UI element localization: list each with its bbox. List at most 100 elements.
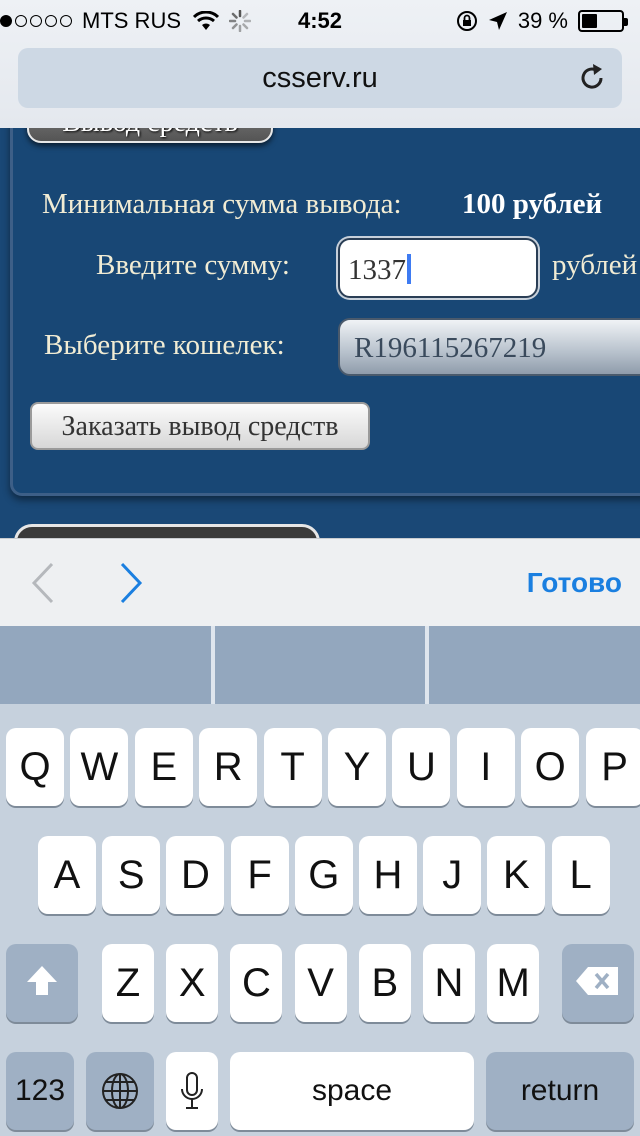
- backspace-key[interactable]: [562, 944, 634, 1022]
- key-d[interactable]: D: [166, 836, 225, 914]
- key-label: H: [373, 853, 403, 897]
- onscreen-keyboard: 123 space return QWERTYUIOP ASDFGHJKL ZXCV…: [0, 704, 640, 1136]
- space-key-label: space: [311, 1074, 393, 1107]
- key-e[interactable]: E: [134, 728, 193, 806]
- dictation-key[interactable]: [166, 1052, 218, 1130]
- web-content: Вывод средств Минимальная сумма вывода: …: [0, 128, 640, 538]
- next-section-tab[interactable]: [14, 524, 320, 538]
- key-z[interactable]: Z: [102, 944, 154, 1022]
- key-label: M: [496, 961, 530, 1005]
- key-g[interactable]: G: [294, 836, 353, 914]
- done-button[interactable]: Готово: [527, 567, 622, 599]
- key-s[interactable]: S: [102, 836, 161, 914]
- amount-value: 1337: [348, 254, 406, 286]
- key-c[interactable]: C: [230, 944, 283, 1022]
- key-label: A: [53, 853, 81, 897]
- key-label: Q: [19, 745, 51, 789]
- key-label: E: [150, 745, 178, 789]
- numbers-key[interactable]: 123: [6, 1052, 74, 1130]
- key-q[interactable]: Q: [6, 728, 64, 806]
- signal-strength-icon: [0, 15, 72, 27]
- next-field-icon[interactable]: [116, 561, 146, 605]
- url-text: csserv.ru: [262, 62, 378, 94]
- globe-key[interactable]: [86, 1052, 154, 1130]
- key-label: U: [406, 745, 436, 789]
- key-v[interactable]: V: [294, 944, 347, 1022]
- key-k[interactable]: K: [487, 836, 546, 914]
- suggestion-slot[interactable]: [215, 626, 430, 704]
- key-label: B: [371, 961, 399, 1005]
- key-label: C: [241, 961, 271, 1005]
- rotation-lock-icon: [456, 11, 477, 31]
- delete-icon: [576, 967, 618, 995]
- key-label: X: [178, 961, 206, 1005]
- return-key-label: return: [520, 1074, 600, 1107]
- status-right: 39 %: [456, 8, 628, 34]
- predictive-bar: [0, 626, 640, 704]
- key-u[interactable]: U: [392, 728, 451, 806]
- shift-arrow-icon: [27, 966, 57, 995]
- location-arrow-icon: [488, 12, 507, 30]
- key-i[interactable]: I: [456, 728, 515, 806]
- suggestion-slot[interactable]: [0, 626, 215, 704]
- key-p[interactable]: P: [585, 728, 640, 806]
- key-w[interactable]: W: [70, 728, 129, 806]
- key-label: T: [280, 745, 305, 789]
- key-label: L: [569, 853, 592, 897]
- key-label: W: [80, 745, 119, 789]
- status-left: MTS RUS: [0, 8, 251, 34]
- key-m[interactable]: M: [487, 944, 540, 1022]
- activity-spinner-icon: [229, 10, 251, 32]
- globe-icon: [102, 1073, 138, 1109]
- key-label: J: [442, 853, 463, 897]
- key-x[interactable]: X: [166, 944, 219, 1022]
- key-label: V: [307, 961, 334, 1005]
- amount-input[interactable]: 1337: [338, 238, 538, 298]
- key-j[interactable]: J: [423, 836, 482, 914]
- microphone-icon: [181, 1072, 203, 1109]
- suggestion-slot[interactable]: [429, 626, 640, 704]
- key-label: N: [434, 961, 464, 1005]
- wallet-label: Выберите кошелек:: [44, 329, 285, 361]
- battery-icon: [578, 10, 628, 32]
- carrier-name: MTS RUS: [82, 8, 181, 33]
- key-label: Y: [343, 745, 371, 789]
- key-n[interactable]: N: [423, 944, 475, 1022]
- key-label: O: [534, 745, 566, 789]
- space-key[interactable]: space: [230, 1052, 474, 1130]
- key-label: Z: [115, 961, 141, 1005]
- key-label: P: [601, 745, 628, 789]
- amount-label: Введите сумму:: [96, 249, 290, 281]
- key-a[interactable]: A: [38, 836, 96, 914]
- key-o[interactable]: O: [521, 728, 580, 806]
- browser-chrome: MTS RUS 4:52 39 % csserv.ru: [0, 0, 640, 128]
- key-f[interactable]: F: [230, 836, 289, 914]
- key-label: D: [180, 853, 210, 897]
- key-y[interactable]: Y: [328, 728, 386, 806]
- wifi-icon: [193, 11, 219, 30]
- wallet-select[interactable]: R196115267219: [338, 318, 640, 376]
- key-l[interactable]: L: [551, 836, 610, 914]
- previous-field-icon[interactable]: [28, 561, 58, 605]
- address-bar[interactable]: csserv.ru: [18, 48, 622, 108]
- text-caret: [407, 254, 411, 284]
- key-h[interactable]: H: [359, 836, 417, 914]
- key-label: G: [308, 853, 340, 897]
- status-bar: MTS RUS 4:52 39 %: [0, 0, 640, 42]
- section-tab-withdrawal[interactable]: Вывод средств: [27, 128, 273, 143]
- min-amount-value: 100 рублей: [462, 188, 603, 220]
- key-t[interactable]: T: [263, 728, 322, 806]
- min-amount-label: Минимальная сумма вывода:: [42, 188, 402, 220]
- order-withdrawal-button[interactable]: Заказать вывод средств: [30, 402, 370, 450]
- shift-key[interactable]: [6, 944, 78, 1022]
- key-r[interactable]: R: [199, 728, 258, 806]
- reload-icon[interactable]: [576, 62, 608, 94]
- numbers-key-label: 123: [14, 1074, 66, 1107]
- key-label: F: [247, 853, 272, 897]
- key-label: S: [117, 853, 145, 897]
- key-b[interactable]: B: [358, 944, 411, 1022]
- battery-percent: 39 %: [517, 8, 568, 33]
- key-label: R: [213, 745, 243, 789]
- key-label: I: [480, 745, 492, 789]
- return-key[interactable]: return: [486, 1052, 634, 1130]
